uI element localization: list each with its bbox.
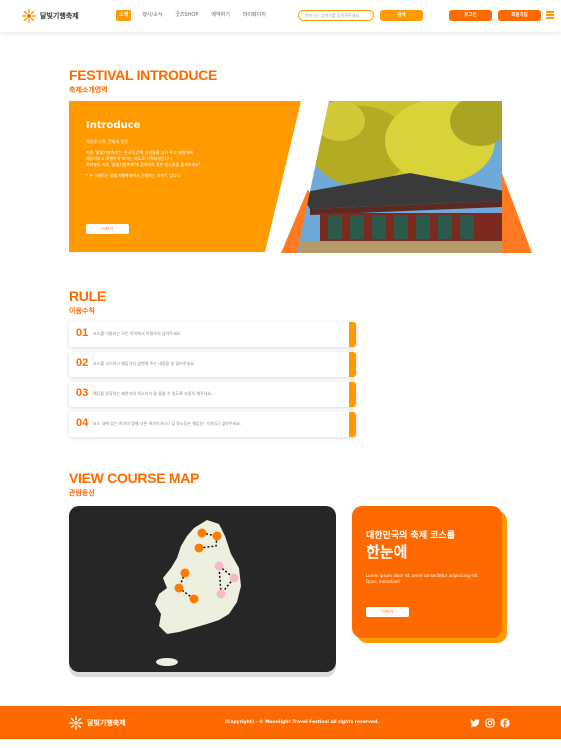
copyright-text: (Copyright) - © Moonlight Travel Festiva… xyxy=(225,720,379,725)
rule-item: 02 코스를 사이하고 해당가지 앉변에 주는 내용을 잘 읽어주세요. xyxy=(69,352,356,377)
main-nav: 소개 행사/소식 굿즈SHOP 예약하기 마이페이지 xyxy=(116,10,268,21)
twitter-icon[interactable] xyxy=(470,718,480,728)
rule-text: 해당을 못달력는 제한가의 목소리가 잘 들릴 수 있도록 조용히 해주세요. xyxy=(93,391,213,396)
course-point xyxy=(214,561,224,571)
nav-item-reserve[interactable]: 예약하기 xyxy=(209,10,231,21)
signup-button[interactable]: 회원가입 xyxy=(498,10,541,21)
intro-section-subtitle: 축제소개영역 xyxy=(69,86,108,94)
jeju-island xyxy=(156,658,178,666)
footer-logo-text: 달빛기행축제 xyxy=(87,719,126,727)
rule-number: 01 xyxy=(76,327,89,339)
rule-item: 01 코스를 이용하는 모든 이이에서 이탈하지 않아주세요. xyxy=(69,322,356,347)
intro-heading: Introduce xyxy=(86,120,141,131)
nav-item-intro[interactable]: 소개 xyxy=(116,10,132,21)
rule-accent-bar xyxy=(349,412,356,437)
sun-logo-icon xyxy=(22,9,36,23)
nav-item-mypage[interactable]: 마이페이지 xyxy=(241,10,268,21)
site-footer: 달빛기행축제 (Copyright) - © Moonlight Travel … xyxy=(0,706,561,739)
course-map[interactable] xyxy=(69,506,336,672)
rule-item: 04 코스 내에 있는 여가의 함께 다른 여가이기(스) 및 명소등은 해답(… xyxy=(69,412,356,437)
nav-item-shop[interactable]: 굿즈SHOP xyxy=(173,10,200,21)
rule-text: 코스를 이용하는 모든 이이에서 이탈하지 않아주세요. xyxy=(93,331,182,336)
instagram-icon[interactable] xyxy=(485,718,495,728)
rule-item: 03 해당을 못달력는 제한가의 목소리가 잘 들릴 수 있도록 조용히 해주세… xyxy=(69,382,356,407)
login-button[interactable]: 로그인 xyxy=(449,10,492,21)
logo-text: 달빛기행축제 xyxy=(40,12,79,20)
search-input[interactable]: 원하시는 검색어를 입력해주세요 xyxy=(298,10,374,21)
intro-content: Introduce 새로운 시작, 문화의 향연 저희 '달빛기행축제'는 전국… xyxy=(86,120,266,179)
rule-section-title: RULE xyxy=(69,288,106,304)
course-more-button[interactable]: 더보기 xyxy=(366,607,409,617)
course-card-desc: Lorem ipsum dolor sit, amet consectetur … xyxy=(366,573,479,584)
course-card-big-title: 한눈에 xyxy=(366,543,408,561)
sun-logo-icon xyxy=(69,716,83,730)
intro-section-title: FESTIVAL INTRODUCE xyxy=(69,67,218,83)
hamburger-menu-icon[interactable] xyxy=(546,11,554,19)
rule-text: 코스를 사이하고 해당가지 앉변에 주는 내용을 잘 읽어주세요. xyxy=(93,361,196,366)
rule-text: 코스 내에 있는 여가의 함께 다른 여가이기(스) 및 명소등은 해답(는 가… xyxy=(93,421,242,426)
course-point xyxy=(229,573,239,583)
rule-number: 02 xyxy=(76,357,89,369)
page: 달빛기행축제 소개 행사/소식 굿즈SHOP 예약하기 마이페이지 원하시는 검… xyxy=(0,0,561,748)
site-header: 달빛기행축제 소개 행사/소식 굿즈SHOP 예약하기 마이페이지 원하시는 검… xyxy=(0,0,561,32)
course-point xyxy=(180,568,190,578)
course-section-title: VIEW COURSE MAP xyxy=(69,470,200,486)
nav-item-news[interactable]: 행사/소식 xyxy=(140,10,164,21)
course-point xyxy=(174,583,184,593)
rule-accent-bar xyxy=(349,322,356,347)
intro-note: * 본 이벤트는 달빛기행축제에서 진행하는 이벤트 입니다. xyxy=(86,173,182,178)
korea-map-shape xyxy=(155,520,241,634)
course-card-title: 대한민국의 축제 코스를 xyxy=(366,531,456,541)
intro-more-button[interactable]: 더보기 xyxy=(86,224,129,234)
course-point xyxy=(197,528,207,538)
course-point xyxy=(189,594,199,604)
rule-number: 04 xyxy=(76,417,89,429)
course-card: 대한민국의 축제 코스를 한눈에 Lorem ipsum dolor sit, … xyxy=(352,506,502,638)
course-point xyxy=(212,531,222,541)
search-button[interactable]: 검색 xyxy=(380,10,423,21)
course-point xyxy=(216,589,226,599)
course-point xyxy=(194,543,204,553)
social-links xyxy=(470,718,510,728)
rule-accent-bar xyxy=(349,382,356,407)
footer-logo[interactable]: 달빛기행축제 xyxy=(69,716,126,730)
temple-photo xyxy=(297,101,502,253)
logo[interactable]: 달빛기행축제 xyxy=(22,9,79,23)
rule-number: 03 xyxy=(76,387,89,399)
rule-accent-bar xyxy=(349,352,356,377)
rule-section-subtitle: 이용수칙 xyxy=(69,307,95,315)
intro-photo-panel xyxy=(280,101,532,253)
course-section-subtitle: 관람동선 xyxy=(69,489,95,497)
facebook-icon[interactable] xyxy=(500,718,510,728)
